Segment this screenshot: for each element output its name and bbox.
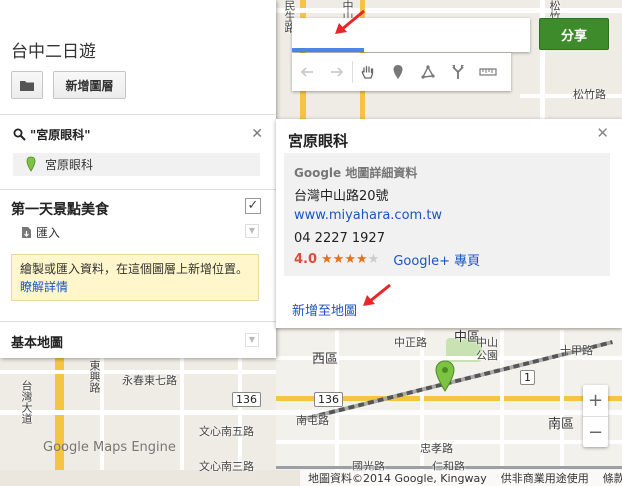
import-link[interactable]: 匯入 xyxy=(21,224,60,241)
chevron-down-icon[interactable]: ▼ xyxy=(245,224,259,238)
road-shield-1: 1 xyxy=(520,370,535,385)
route-icon[interactable] xyxy=(443,53,473,91)
map-data-attribution: 地圖資料©2014 Google, Kingway xyxy=(308,472,487,485)
layers-panel: 台中二日遊 新增圖層 "宮原眼科" ✕ 宮原眼科 第一天景點美食 ✓ 匯入 ▼ … xyxy=(0,0,276,358)
layer-visibility-checkbox[interactable]: ✓ xyxy=(245,198,261,214)
search-result-item[interactable]: 宮原眼科 xyxy=(13,153,260,176)
map-label-xiqu: 西區 xyxy=(312,352,339,367)
import-icon xyxy=(22,227,31,238)
add-layer-button[interactable]: 新增圖層 xyxy=(53,71,126,99)
pin-icon[interactable] xyxy=(435,360,455,392)
map-title[interactable]: 台中二日遊 xyxy=(11,37,96,62)
search-layer-header: "宮原眼科" ✕ xyxy=(13,124,263,144)
zoom-control: + − xyxy=(583,385,608,447)
map-footer: 地圖資料©2014 Google, Kingway 供非商業用途使用 條款 xyxy=(300,470,622,486)
map-label-shijia: 十甲路 xyxy=(560,344,593,357)
place-website-link[interactable]: www.miyahara.com.tw xyxy=(294,208,442,223)
close-icon[interactable]: ✕ xyxy=(251,126,263,142)
marker-icon[interactable] xyxy=(383,53,413,91)
search-icon xyxy=(13,128,26,141)
zoom-in-icon[interactable]: + xyxy=(583,385,608,416)
search-result-label: 宮原眼科 xyxy=(45,158,94,172)
search-query: "宮原眼科" xyxy=(30,127,91,142)
map-label-taiwan-ave: 台灣大道 xyxy=(20,380,33,424)
place-address: 台灣中山路20號 xyxy=(294,189,389,204)
rating-stars: ★★★★★ xyxy=(321,252,380,267)
map-label-zhongshan-park: 中山公園 xyxy=(476,336,498,362)
terms-link[interactable]: 條款 xyxy=(603,470,622,486)
map-label-nanqu: 南區 xyxy=(548,417,575,432)
drawing-toolbar xyxy=(292,53,511,91)
map-label-zhongxiao: 忠孝路 xyxy=(420,442,453,455)
add-to-map-link[interactable]: 新增至地圖 xyxy=(292,300,357,319)
red-arrow-annotation xyxy=(335,9,365,34)
google-engine-watermark: Google Maps Engine xyxy=(43,440,176,455)
base-map-title[interactable]: 基本地圖 xyxy=(11,332,63,351)
road-shield-136: 136 xyxy=(314,392,343,407)
map-label-yongchun: 永春東七路 xyxy=(122,374,177,387)
zoom-out-icon[interactable]: − xyxy=(583,417,608,448)
ruler-icon[interactable] xyxy=(473,53,503,91)
import-label: 匯入 xyxy=(36,226,61,240)
map-label-songzhu2: 松竹路 xyxy=(573,88,606,101)
open-folder-button[interactable] xyxy=(11,71,43,99)
red-arrow-annotation xyxy=(363,283,391,306)
undo-icon[interactable] xyxy=(292,53,322,91)
learn-more-link[interactable]: 瞭解詳情 xyxy=(20,280,68,294)
place-rating: 4.0 ★★★★★ Google+ 專頁 xyxy=(294,250,480,269)
details-heading: Google 地圖詳細資料 xyxy=(294,166,418,180)
line-icon[interactable] xyxy=(413,53,443,91)
rating-value: 4.0 xyxy=(294,252,318,267)
place-info-card: 宮原眼科 ✕ Google 地圖詳細資料 台灣中山路20號 www.miyaha… xyxy=(276,119,622,328)
redo-icon[interactable] xyxy=(322,53,352,91)
map-search-input[interactable] xyxy=(292,18,530,52)
place-phone: 04 2227 1927 xyxy=(294,231,385,246)
hand-icon[interactable] xyxy=(353,53,383,91)
share-button[interactable]: 分享 xyxy=(539,18,609,50)
place-title: 宮原眼科 xyxy=(288,132,349,150)
card-pointer xyxy=(167,328,187,342)
layer-tip: 繪製或匯入資料，在這個圖層上新增位置。 瞭解詳情 xyxy=(11,254,259,301)
folder-icon xyxy=(20,80,34,91)
map-label-nantun: 南屯路 xyxy=(296,414,329,427)
map-label-wenxin-s3: 文心南三路 xyxy=(199,460,254,473)
terms-of-use-link[interactable]: 供非商業用途使用 xyxy=(501,470,589,486)
tip-text: 繪製或匯入資料，在這個圖層上新增位置。 xyxy=(20,262,249,276)
layer-title[interactable]: 第一天景點美食 xyxy=(11,199,109,219)
close-icon[interactable]: ✕ xyxy=(596,124,609,142)
road-shield-136-left: 136 xyxy=(232,392,261,407)
map-label-zhongzheng: 中正路 xyxy=(394,336,427,349)
google-plus-link[interactable]: Google+ 專頁 xyxy=(393,250,480,269)
map-label-dongxing: 東興路 xyxy=(88,360,101,393)
pin-icon xyxy=(26,156,36,172)
map-label-wenxin-s5: 文心南五路 xyxy=(199,425,254,438)
loading-bar xyxy=(292,48,364,52)
chevron-down-icon[interactable]: ▼ xyxy=(245,333,259,347)
